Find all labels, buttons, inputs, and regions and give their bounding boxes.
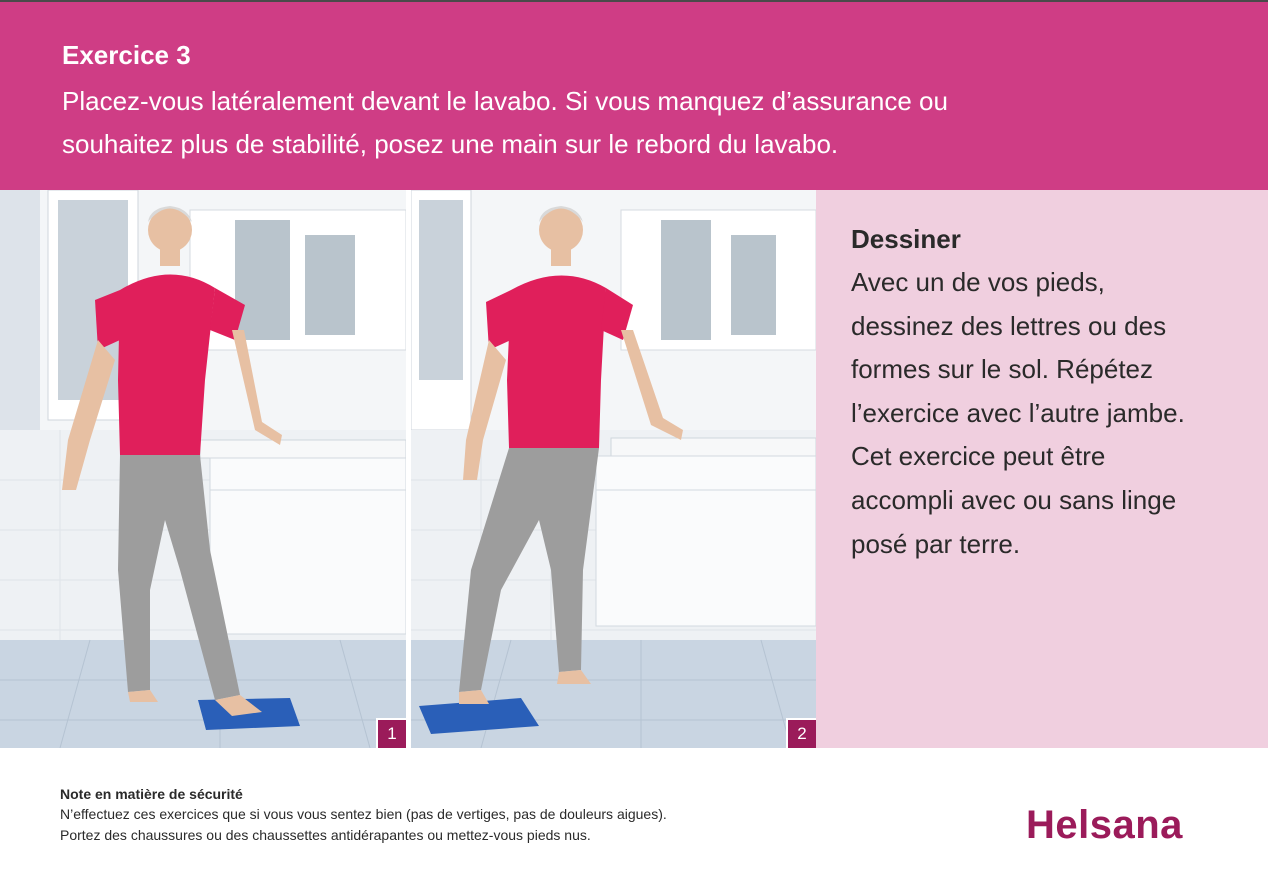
safety-note-line-2: Portez des chaussures ou des chaussettes… — [60, 827, 591, 843]
exercise-description-panel: Dessiner Avec un de vos pieds, dessinez … — [816, 190, 1268, 748]
safety-note-line-1: N’effectuez ces exercices que si vous vo… — [60, 806, 667, 822]
description-line: accompli avec ou sans linge — [851, 484, 1177, 515]
safety-note: Note en matière de sécurité N’effectuez … — [60, 784, 960, 846]
exercise-title: Exercice 3 — [62, 40, 191, 70]
intro-line-2: souhaitez plus de stabilité, posez une m… — [62, 129, 839, 159]
description-line: Cet exercice peut être — [851, 441, 1106, 472]
safety-note-title: Note en matière de sécurité — [60, 786, 243, 802]
photo-number-badge: 2 — [786, 718, 816, 748]
helsana-logo: Helsana — [1026, 803, 1183, 847]
exercise-header: Exercice 3 Placez-vous latéralement deva… — [0, 2, 1268, 190]
exercise-intro: Placez-vous latéralement devant le lavab… — [62, 80, 1062, 166]
photo-1-illustration — [0, 190, 406, 748]
description-line: posé par terre. — [851, 528, 1021, 559]
description-line: formes sur le sol. Répétez — [851, 354, 1154, 385]
exercise-photo-1: 1 — [0, 190, 406, 748]
description-line: Avec un de vos pieds, — [851, 267, 1105, 297]
exercise-photo-2: 2 — [411, 190, 816, 748]
photo-number-badge: 1 — [376, 718, 406, 748]
photo-2-illustration — [411, 190, 816, 748]
description-line: l’exercice avec l’autre jambe. — [851, 397, 1185, 428]
description-line: dessinez des lettres ou des — [851, 310, 1167, 341]
exercise-description: Avec un de vos pieds, dessinez des lettr… — [851, 261, 1251, 566]
intro-line-1: Placez-vous latéralement devant le lavab… — [62, 86, 948, 116]
exercise-name: Dessiner — [851, 224, 961, 254]
